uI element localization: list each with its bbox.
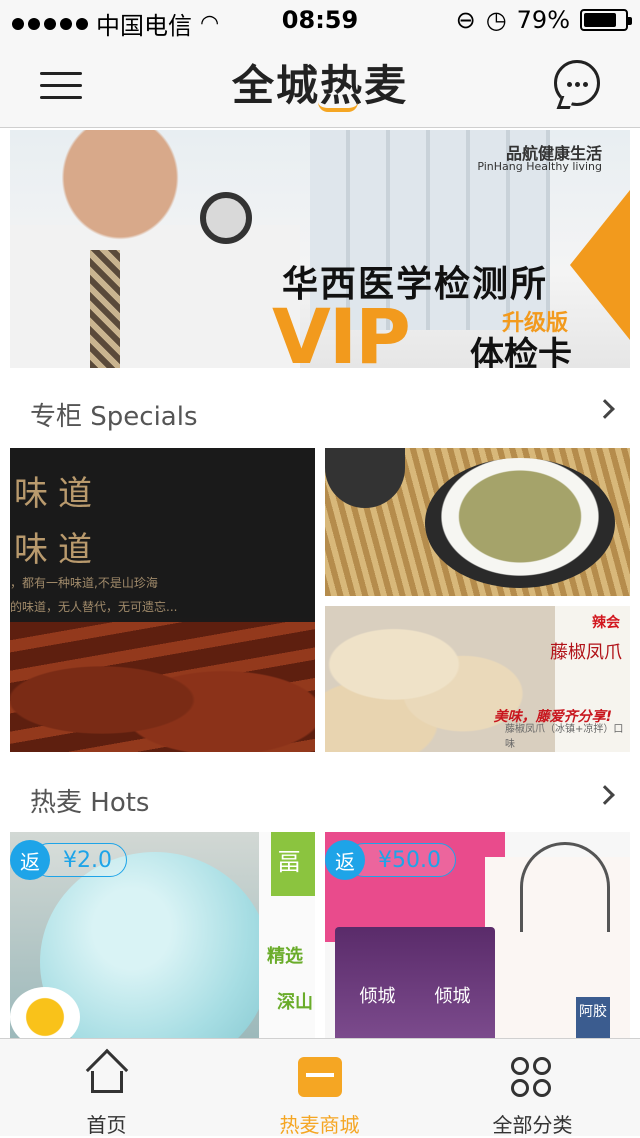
teapot-image bbox=[325, 448, 405, 508]
banner-card: 体检卡 bbox=[470, 335, 572, 368]
product-package: 倾城 bbox=[410, 927, 495, 1042]
tab-store[interactable]: 热麦商城 bbox=[213, 1039, 426, 1137]
logo-swoosh bbox=[318, 102, 358, 112]
hot-right-pink-bg bbox=[325, 832, 505, 942]
special-br-name: 藤椒凤爪 bbox=[550, 642, 622, 663]
special-left-food-image bbox=[10, 622, 315, 752]
special-tile-duck-neck[interactable]: 味道 味道 ，都有一种味道,不是山珍海 的味道，无人替代，无可遗忘... bbox=[10, 448, 315, 752]
tab-home-label: 首页 bbox=[86, 1113, 127, 1137]
promo-banner[interactable]: 品航健康生活 PinHang Healthy living 华西医学检测所 VI… bbox=[10, 130, 630, 368]
stethoscope-image bbox=[200, 192, 252, 244]
home-icon-body bbox=[90, 1071, 123, 1093]
hot-left-green-tag: 畐 bbox=[271, 832, 315, 896]
special-br-brand: 辣会 bbox=[592, 615, 620, 631]
tab-categories[interactable]: 全部分类 bbox=[426, 1039, 639, 1137]
chevron-right-icon bbox=[595, 399, 615, 419]
product-package: 倾城 bbox=[335, 927, 420, 1042]
doctor-tie bbox=[90, 250, 120, 368]
special-left-title-1: 味道 bbox=[14, 474, 102, 514]
hots-header[interactable]: 热麦 Hots bbox=[0, 758, 640, 836]
hots-title: 热麦 Hots bbox=[30, 788, 150, 818]
hot-tile-ejiao[interactable]: 倾城 倾城 阿胶 返 ¥50.0 bbox=[325, 832, 630, 1042]
banner-vip: VIP bbox=[272, 292, 411, 368]
tab-store-label: 热麦商城 bbox=[279, 1113, 360, 1137]
status-bar: 中国电信 ◠ 08:59 ⊖ ◷ 79% bbox=[0, 0, 640, 40]
package-label: 倾城 bbox=[359, 986, 396, 1007]
special-tile-chicken-feet[interactable]: 辣会 藤椒凤爪 美味，藤爱齐分享! 藤椒凤爪（冰镇+凉拌）口味 bbox=[325, 606, 630, 752]
package-label: 倾城 bbox=[434, 986, 471, 1007]
banner-orange-shape bbox=[570, 190, 630, 340]
hot-left-side-text-2: 深山 bbox=[277, 992, 313, 1013]
rebate-icon: 返 bbox=[10, 840, 50, 880]
banner-brand-en: PinHang Healthy living bbox=[477, 160, 602, 173]
store-icon bbox=[297, 1057, 342, 1097]
chat-icon[interactable] bbox=[554, 60, 600, 106]
hot-left-side-text-1: 精选 bbox=[267, 946, 303, 967]
chevron-right-icon bbox=[595, 785, 615, 805]
special-br-note: 藤椒凤爪（冰镇+凉拌）口味 bbox=[505, 724, 624, 750]
grid-icon bbox=[510, 1057, 555, 1101]
status-right: ⊖ ◷ 79% bbox=[455, 6, 632, 34]
special-left-line-1: ，都有一种味道,不是山珍海 bbox=[10, 576, 158, 590]
soup-bowl-image bbox=[425, 458, 615, 588]
special-tile-soup[interactable] bbox=[325, 448, 630, 596]
battery-icon bbox=[580, 9, 632, 31]
hot-tile-duck-egg[interactable]: 精选 深山 畐 返 ¥2.0 bbox=[10, 832, 315, 1042]
specials-title: 专柜 Specials bbox=[30, 402, 198, 432]
battery-percent: 79% bbox=[516, 6, 570, 34]
tab-categories-label: 全部分类 bbox=[492, 1113, 573, 1137]
special-left-title-2: 味道 bbox=[14, 530, 102, 570]
bag-handle bbox=[520, 842, 610, 932]
nav-bar: 全城热麦 bbox=[0, 40, 640, 128]
doctor-image bbox=[10, 130, 300, 368]
tab-bar: 首页 热麦商城 全部分类 bbox=[0, 1038, 640, 1137]
specials-header[interactable]: 专柜 Specials bbox=[0, 372, 640, 450]
tab-home[interactable]: 首页 bbox=[0, 1039, 213, 1137]
ajiao-box: 阿胶 bbox=[576, 997, 610, 1042]
orientation-lock-icon: ⊖ bbox=[455, 6, 476, 34]
egg-yolk-image bbox=[10, 987, 80, 1042]
special-left-line-2: 的味道，无人替代，无可遗忘... bbox=[10, 600, 178, 614]
alarm-icon: ◷ bbox=[485, 6, 507, 34]
